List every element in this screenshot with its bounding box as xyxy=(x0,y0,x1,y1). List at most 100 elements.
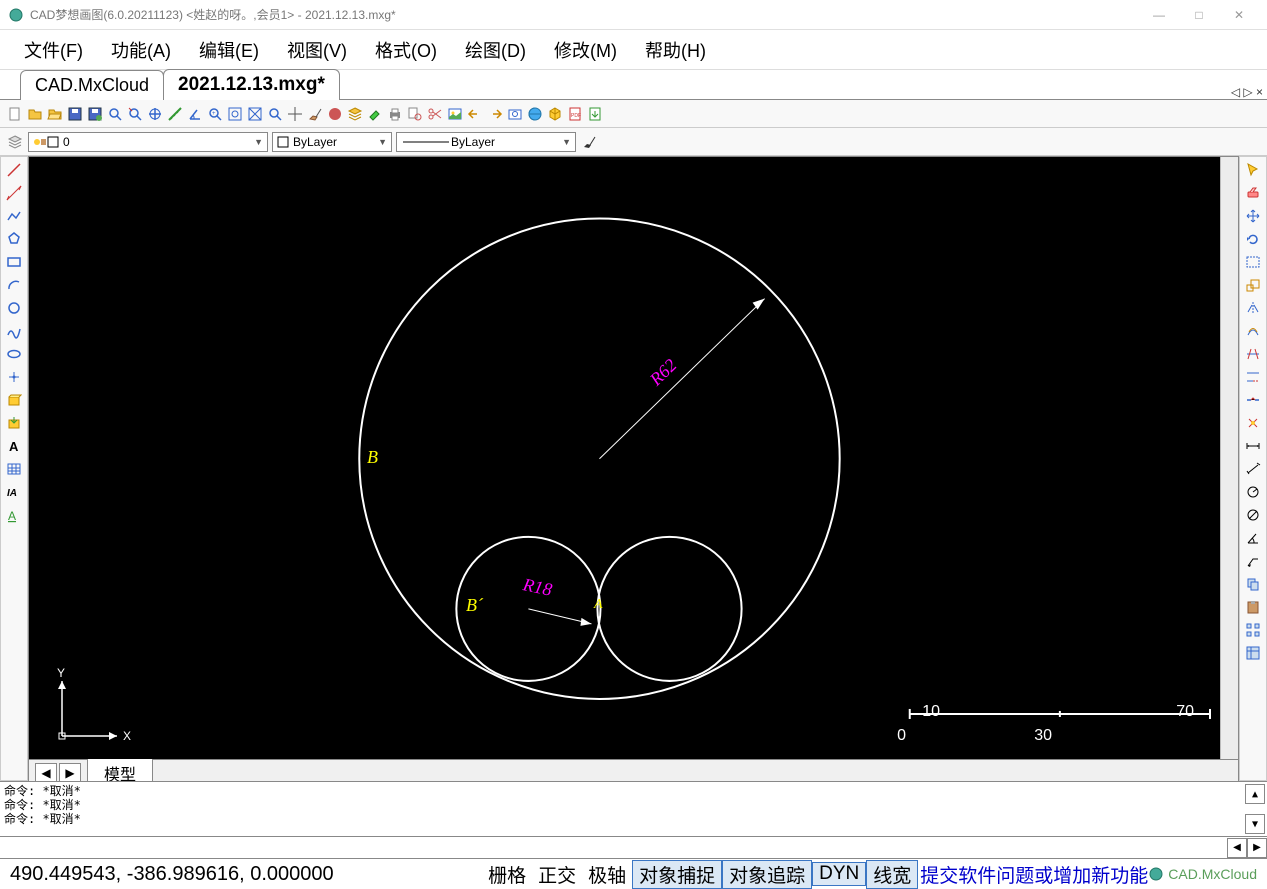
move-icon[interactable] xyxy=(1243,207,1263,225)
paste-icon[interactable] xyxy=(1243,598,1263,616)
menu-draw[interactable]: 绘图(D) xyxy=(451,31,540,69)
doc-tab-mxcloud[interactable]: CAD.MxCloud xyxy=(20,70,164,100)
zoom-icon[interactable] xyxy=(266,105,284,123)
find-icon[interactable] xyxy=(406,105,424,123)
measure-icon[interactable] xyxy=(166,105,184,123)
toggle-dyn[interactable]: DYN xyxy=(812,862,866,886)
menu-edit[interactable]: 编辑(E) xyxy=(185,31,273,69)
saveas-icon[interactable] xyxy=(86,105,104,123)
zoom-prev-icon[interactable] xyxy=(126,105,144,123)
block-icon[interactable] xyxy=(4,391,24,409)
brush-icon[interactable] xyxy=(306,105,324,123)
offset-icon[interactable] xyxy=(1243,322,1263,340)
minimize-button[interactable]: — xyxy=(1139,0,1179,30)
matchprop-icon[interactable] xyxy=(580,133,598,151)
toggle-polar[interactable]: 极轴 xyxy=(582,861,632,888)
doc-tab-current[interactable]: 2021.12.13.mxg* xyxy=(163,69,340,100)
toggle-lwt[interactable]: 线宽 xyxy=(866,860,918,889)
zoom-window-icon[interactable] xyxy=(106,105,124,123)
scissors-icon[interactable] xyxy=(426,105,444,123)
open-icon[interactable] xyxy=(26,105,44,123)
menu-function[interactable]: 功能(A) xyxy=(97,31,185,69)
layer-combo[interactable]: 0 ▼ xyxy=(28,132,268,152)
toggle-grid[interactable]: 栅格 xyxy=(482,861,532,888)
model-tab[interactable]: 模型 xyxy=(87,758,153,781)
scale-icon[interactable] xyxy=(1243,276,1263,294)
properties-icon[interactable] xyxy=(1243,644,1263,662)
menu-view[interactable]: 视图(V) xyxy=(273,31,361,69)
copy-icon[interactable] xyxy=(1243,575,1263,593)
cmd-hist-prev[interactable]: ◀ xyxy=(1227,838,1247,858)
trim-icon[interactable] xyxy=(1243,345,1263,363)
text-icon[interactable]: A xyxy=(4,437,24,455)
zoom-extents-icon[interactable] xyxy=(226,105,244,123)
open2-icon[interactable] xyxy=(46,105,64,123)
toggle-otrack[interactable]: 对象追踪 xyxy=(722,860,812,889)
cmd-scroll-up[interactable]: ▲ xyxy=(1245,784,1265,804)
point-icon[interactable] xyxy=(4,368,24,386)
zoom-realtime-icon[interactable]: + xyxy=(206,105,224,123)
cube-icon[interactable] xyxy=(546,105,564,123)
tab-next-button[interactable]: ▶ xyxy=(59,763,81,781)
cmd-hist-next[interactable]: ▶ xyxy=(1247,838,1267,858)
polyline-icon[interactable] xyxy=(4,207,24,225)
undo-icon[interactable] xyxy=(466,105,484,123)
redo-icon[interactable] xyxy=(486,105,504,123)
table-icon[interactable] xyxy=(4,460,24,478)
dtext-icon[interactable]: A xyxy=(4,506,24,524)
save-icon[interactable] xyxy=(66,105,84,123)
xline-icon[interactable] xyxy=(4,184,24,202)
highlighter-icon[interactable] xyxy=(366,105,384,123)
layer-manager-icon[interactable] xyxy=(6,133,24,151)
pan-icon[interactable] xyxy=(146,105,164,123)
new-icon[interactable] xyxy=(6,105,24,123)
mtext-icon[interactable]: IA xyxy=(4,483,24,501)
image-icon[interactable] xyxy=(446,105,464,123)
dim-aligned-icon[interactable] xyxy=(1243,460,1263,478)
layers-icon[interactable] xyxy=(346,105,364,123)
linetype-combo[interactable]: ByLayer ▼ xyxy=(396,132,576,152)
circle-icon[interactable] xyxy=(4,299,24,317)
command-input[interactable] xyxy=(0,838,1227,858)
toggle-ortho[interactable]: 正交 xyxy=(532,861,582,888)
drawing-canvas[interactable]: B B´ A R62 R18 Y X 10 70 0 xyxy=(29,157,1220,759)
dim-diameter-icon[interactable] xyxy=(1243,506,1263,524)
dim-leader-icon[interactable] xyxy=(1243,552,1263,570)
mirror-icon[interactable] xyxy=(1243,299,1263,317)
scrollbar-vertical[interactable] xyxy=(1220,157,1238,759)
color-icon[interactable] xyxy=(326,105,344,123)
cmd-scroll-down[interactable]: ▼ xyxy=(1245,814,1265,834)
spline-icon[interactable] xyxy=(4,322,24,340)
menu-modify[interactable]: 修改(M) xyxy=(540,31,631,69)
arc-icon[interactable] xyxy=(4,276,24,294)
export-icon[interactable] xyxy=(586,105,604,123)
color-combo[interactable]: ByLayer ▼ xyxy=(272,132,392,152)
polygon-icon[interactable] xyxy=(4,230,24,248)
tab-controls[interactable]: ◁ ▷ × xyxy=(1227,85,1267,99)
rectangle-icon[interactable] xyxy=(4,253,24,271)
explode-icon[interactable] xyxy=(1243,414,1263,432)
array-icon[interactable] xyxy=(1243,621,1263,639)
break-icon[interactable] xyxy=(1243,391,1263,409)
select-icon[interactable] xyxy=(1243,161,1263,179)
crosshair-icon[interactable] xyxy=(286,105,304,123)
print-icon[interactable] xyxy=(386,105,404,123)
insert-icon[interactable] xyxy=(4,414,24,432)
feedback-link[interactable]: 提交软件问题或增加新功能 xyxy=(920,861,1148,888)
rotate-icon[interactable] xyxy=(1243,230,1263,248)
line-icon[interactable] xyxy=(4,161,24,179)
tab-prev-button[interactable]: ◀ xyxy=(35,763,57,781)
window-select-icon[interactable] xyxy=(1243,253,1263,271)
dim-linear-icon[interactable] xyxy=(1243,437,1263,455)
extend-icon[interactable] xyxy=(1243,368,1263,386)
menu-help[interactable]: 帮助(H) xyxy=(631,31,720,69)
globe-icon[interactable] xyxy=(526,105,544,123)
zoom-all-icon[interactable] xyxy=(246,105,264,123)
dim-angular-icon[interactable] xyxy=(1243,529,1263,547)
pdf-icon[interactable]: PDF xyxy=(566,105,584,123)
close-button[interactable]: ✕ xyxy=(1219,0,1259,30)
erase-icon[interactable] xyxy=(1243,184,1263,202)
ellipse-icon[interactable] xyxy=(4,345,24,363)
maximize-button[interactable]: □ xyxy=(1179,0,1219,30)
toggle-osnap[interactable]: 对象捕捉 xyxy=(632,860,722,889)
